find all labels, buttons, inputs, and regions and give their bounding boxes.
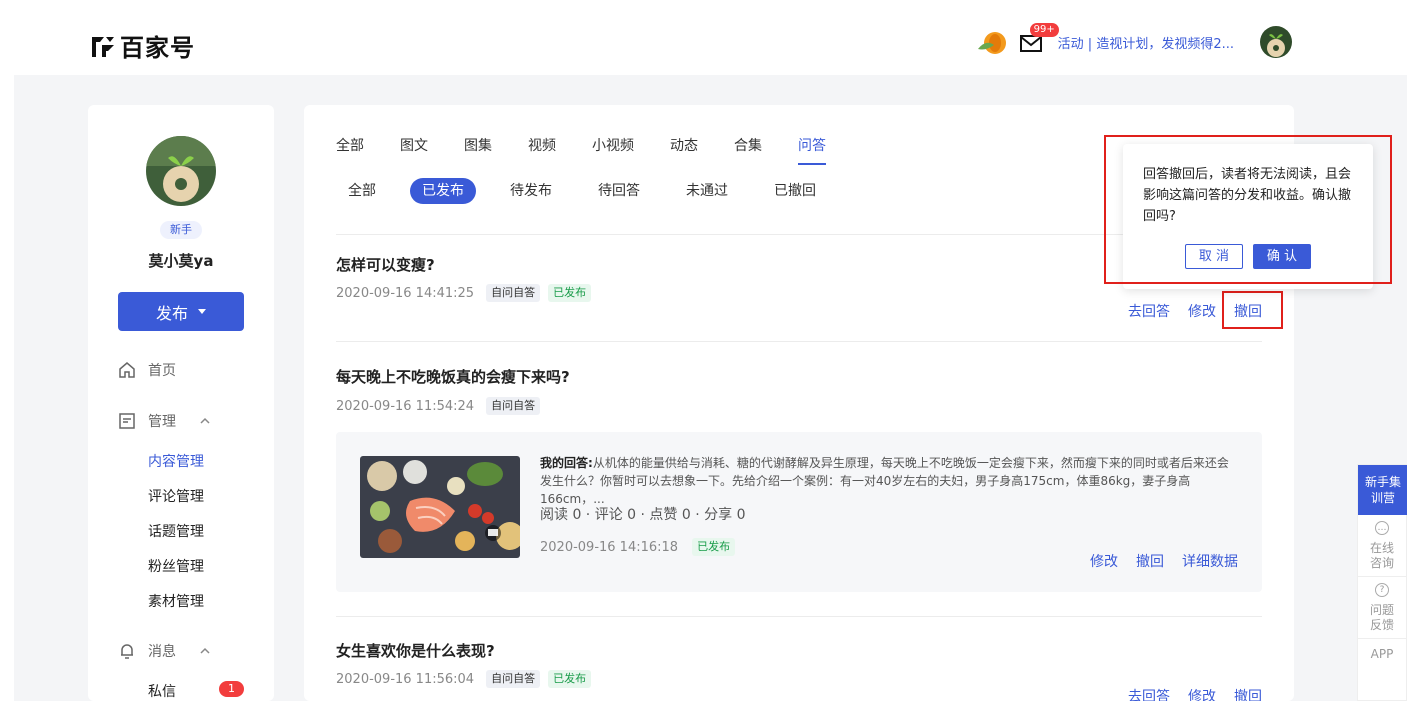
question-meta: 2020-09-16 11:56:04 自问自答 已发布 [336, 670, 592, 688]
subtab-rejected[interactable]: 未通过 [674, 178, 740, 204]
tab-collection[interactable]: 合集 [734, 135, 762, 155]
subtab-published[interactable]: 已发布 [410, 178, 476, 204]
sidebar-item-material-manage[interactable]: 素材管理 [148, 591, 204, 611]
feedback-label: 问题反馈 [1369, 602, 1394, 632]
question-time: 2020-09-16 11:56:04 [336, 671, 475, 687]
question-title[interactable]: 怎样可以变瘦? [336, 254, 435, 275]
question-meta: 2020-09-16 11:54:24 自问自答 [336, 397, 541, 415]
newbie-camp-button[interactable]: 新手集训营 [1358, 465, 1407, 515]
tag-published: 已发布 [692, 538, 736, 556]
online-consult-button[interactable]: … 在线咨询 [1358, 515, 1406, 577]
sidebar-item-fans-manage[interactable]: 粉丝管理 [148, 556, 204, 576]
tab-gallery[interactable]: 图集 [464, 135, 492, 155]
answer-time: 2020-09-16 14:16:18 [540, 539, 679, 555]
popover-highlight [1104, 135, 1392, 284]
question-icon: ? [1375, 582, 1389, 597]
withdraw-button[interactable]: 撤回 [1136, 551, 1164, 571]
caret-down-icon [198, 309, 206, 314]
nav-manage[interactable]: 管理 [118, 411, 274, 431]
answer-card[interactable]: 我的回答:从机体的能量供给与消耗、糖的代谢酵解及异生原理，每天晚上不吃晚饭一定会… [336, 432, 1262, 592]
fruit-icon[interactable] [976, 27, 1008, 57]
question-time: 2020-09-16 14:41:25 [336, 285, 475, 301]
nav-message[interactable]: 消息 [118, 641, 274, 661]
sidebar: 新手 莫小莫ya 发布 首页 管理 内容管理 评论管理 话题管理 粉丝管理 素材… [88, 105, 274, 701]
tag-self-qa: 自问自答 [486, 670, 541, 688]
logo-mark-icon [92, 36, 114, 57]
subtab-to-answer[interactable]: 待回答 [586, 178, 652, 204]
document-icon [119, 413, 135, 429]
question-title[interactable]: 女生喜欢你是什么表现? [336, 640, 495, 661]
username: 莫小莫ya [148, 252, 214, 270]
sidebar-item-content-manage[interactable]: 内容管理 [148, 451, 204, 471]
top-bar: 百家号 99+ 活动 | 造视计划，发视频得2... [0, 0, 1407, 75]
content-type-tabs: 全部 图文 图集 视频 小视频 动态 合集 问答 [336, 135, 862, 165]
sidebar-item-topic-manage[interactable]: 话题管理 [148, 521, 204, 541]
edit-button[interactable]: 修改 [1090, 551, 1118, 571]
header-right: 99+ 活动 | 造视计划，发视频得2... [976, 23, 1292, 58]
withdraw-button[interactable]: 撤回 [1234, 686, 1262, 701]
nav-home[interactable]: 首页 [118, 360, 176, 380]
subtab-withdrawn[interactable]: 已撤回 [762, 178, 828, 204]
divider [336, 616, 1262, 617]
answer-thumbnail[interactable] [360, 456, 520, 558]
mail-badge: 99+ [1029, 23, 1059, 37]
question-title[interactable]: 每天晚上不吃晚饭真的会瘦下来吗? [336, 366, 570, 387]
app-button[interactable]: APP [1358, 639, 1406, 661]
private-message-count: 1 [219, 681, 244, 697]
answer-button[interactable]: 去回答 [1128, 686, 1170, 701]
online-consult-label: 在线咨询 [1369, 540, 1394, 570]
answer-label: 我的回答: [540, 456, 593, 470]
nav-message-label: 消息 [148, 644, 176, 660]
publish-label: 发布 [155, 303, 188, 323]
floating-help-panel: 新手集训营 … 在线咨询 ? 问题反馈 APP [1357, 464, 1407, 701]
tab-short-video[interactable]: 小视频 [592, 135, 634, 155]
tag-self-qa: 自问自答 [486, 284, 541, 302]
tag-self-qa: 自问自答 [486, 397, 541, 415]
feedback-button[interactable]: ? 问题反馈 [1358, 577, 1406, 639]
chevron-up-icon [200, 417, 210, 424]
chat-icon: … [1375, 520, 1389, 535]
tab-video[interactable]: 视频 [528, 135, 556, 155]
mail-icon[interactable]: 99+ [1019, 23, 1059, 53]
answer-actions: 修改 撤回 详细数据 [1072, 551, 1238, 571]
sidebar-item-comment-manage[interactable]: 评论管理 [148, 486, 204, 506]
detail-data-button[interactable]: 详细数据 [1182, 551, 1238, 571]
logo-text: 百家号 [120, 34, 195, 62]
nav-manage-label: 管理 [148, 414, 176, 430]
nav-home-label: 首页 [148, 363, 176, 379]
bell-icon [121, 644, 133, 659]
withdraw-highlight [1222, 291, 1283, 329]
level-badge: 新手 [160, 221, 202, 239]
question-time: 2020-09-16 11:54:24 [336, 398, 475, 414]
tag-published: 已发布 [548, 670, 592, 688]
tab-moments[interactable]: 动态 [670, 135, 698, 155]
answer-button[interactable]: 去回答 [1128, 301, 1170, 321]
baijiahao-logo[interactable]: 百家号 [90, 28, 195, 63]
subtab-pending[interactable]: 待发布 [498, 178, 564, 204]
sidebar-item-private-message[interactable]: 私信 [148, 681, 176, 701]
edit-button[interactable]: 修改 [1188, 301, 1216, 321]
divider [336, 341, 1262, 342]
tab-qa[interactable]: 问答 [798, 135, 826, 165]
answer-body: 从机体的能量供给与消耗、糖的代谢酵解及异生原理，每天晚上不吃晚饭一定会瘦下来，然… [540, 456, 1229, 506]
answer-stats: 阅读 0 · 评论 0 · 点赞 0 · 分享 0 [540, 507, 746, 523]
tag-published: 已发布 [548, 284, 592, 302]
chevron-up-icon [200, 647, 210, 654]
answer-excerpt: 我的回答:从机体的能量供给与消耗、糖的代谢酵解及异生原理，每天晚上不吃晚饭一定会… [540, 454, 1240, 508]
status-tabs: 全部 已发布 待发布 待回答 未通过 已撤回 [336, 178, 850, 204]
edit-button[interactable]: 修改 [1188, 686, 1216, 701]
tab-article[interactable]: 图文 [400, 135, 428, 155]
publish-button[interactable]: 发布 [118, 292, 244, 331]
header-avatar[interactable] [1260, 26, 1292, 58]
home-icon [119, 362, 135, 378]
user-avatar[interactable] [146, 136, 216, 206]
activity-link[interactable]: 活动 | 造视计划，发视频得2... [1058, 33, 1234, 52]
question-meta: 2020-09-16 14:41:25 自问自答 已发布 [336, 284, 592, 302]
tab-all[interactable]: 全部 [336, 135, 364, 155]
subtab-all[interactable]: 全部 [336, 178, 388, 204]
question-actions: 去回答 修改 撤回 [1110, 686, 1262, 701]
answer-meta: 2020-09-16 14:16:18 已发布 [540, 538, 736, 556]
